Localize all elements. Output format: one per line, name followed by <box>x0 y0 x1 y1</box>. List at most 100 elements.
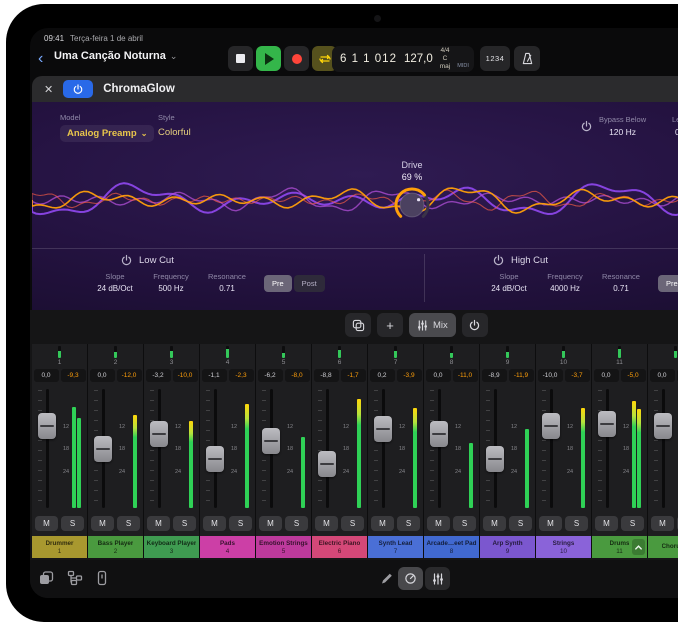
mute-button[interactable]: M <box>371 516 394 531</box>
mute-button[interactable]: M <box>539 516 562 531</box>
volume-value[interactable]: -10,0 <box>173 369 198 382</box>
faders-view-button[interactable] <box>425 567 450 590</box>
fader-handle[interactable] <box>206 446 224 472</box>
slope-param[interactable]: Slope 24 dB/Oct <box>484 272 534 293</box>
mixer-channel-strip[interactable]: 2 0,0 -12,0 121824 M S Bass Player 2 <box>88 344 144 558</box>
solo-button[interactable]: S <box>229 516 252 531</box>
fader-handle[interactable] <box>430 421 448 447</box>
mixer-channel-strip[interactable]: 10 -10,0 -3,7 121824 M S Strings 10 <box>536 344 592 558</box>
volume-value[interactable]: -5,0 <box>621 369 646 382</box>
volume-value[interactable]: -3,9 <box>397 369 422 382</box>
track-name-label[interactable]: Bass Player 2 <box>88 536 143 558</box>
fader-handle[interactable] <box>598 411 616 437</box>
pan-value[interactable]: 0,0 <box>650 369 675 382</box>
mixer-channel-strip[interactable]: 1 0,0 -9,3 121824 M S Drummer 1 <box>32 344 88 558</box>
pan-value[interactable]: -8,8 <box>314 369 339 382</box>
slope-param[interactable]: Slope 24 dB/Oct <box>90 272 140 293</box>
solo-button[interactable]: S <box>509 516 532 531</box>
stacked-cards-icon[interactable] <box>38 570 54 586</box>
pan-value[interactable]: 0,0 <box>90 369 115 382</box>
pre-button[interactable]: Pre <box>658 275 678 292</box>
mixer-power-button[interactable] <box>462 313 488 337</box>
fader-handle[interactable] <box>486 446 504 472</box>
track-name-label[interactable]: Strings 10 <box>536 536 591 558</box>
pan-value[interactable]: -6,2 <box>258 369 283 382</box>
mute-button[interactable]: M <box>259 516 282 531</box>
back-chevron-icon[interactable]: ‹ <box>38 47 43 71</box>
mute-button[interactable]: M <box>595 516 618 531</box>
metronome-button[interactable] <box>514 46 540 71</box>
pan-value[interactable]: 0,0 <box>34 369 59 382</box>
play-button[interactable] <box>256 46 281 71</box>
drive-control[interactable]: Drive 69 % <box>384 160 440 231</box>
solo-button[interactable]: S <box>341 516 364 531</box>
volume-value[interactable]: -1,7 <box>341 369 366 382</box>
volume-value[interactable]: -2,3 <box>229 369 254 382</box>
solo-button[interactable]: S <box>173 516 196 531</box>
solo-button[interactable]: S <box>453 516 476 531</box>
controls-view-button[interactable] <box>398 567 423 590</box>
add-track-button[interactable]: + <box>377 313 403 337</box>
record-button[interactable] <box>284 46 309 71</box>
model-control[interactable]: Model Analog Preamp ⌄ <box>60 113 154 142</box>
track-name-label[interactable]: Keyboard Player 3 <box>144 536 199 558</box>
track-name-label[interactable]: Arcade…eet Pad 8 <box>424 536 479 558</box>
fader-handle[interactable] <box>374 416 392 442</box>
frequency-param[interactable]: Frequency 4000 Hz <box>540 272 590 293</box>
channel-strip-icon[interactable] <box>96 570 108 586</box>
frequency-param[interactable]: Frequency 500 Hz <box>146 272 196 293</box>
power-icon[interactable] <box>492 254 505 266</box>
mute-button[interactable]: M <box>147 516 170 531</box>
fader-handle[interactable] <box>542 413 560 439</box>
mixer-channel-strip[interactable]: 8 0,0 -11,0 121824 M S Arcade…eet Pad 8 <box>424 344 480 558</box>
volume-value[interactable]: -11,9 <box>509 369 534 382</box>
mixer-channel-strip[interactable]: 5 -6,2 -8,0 121824 M S Emotion Strings 5 <box>256 344 312 558</box>
pan-value[interactable]: -1,1 <box>202 369 227 382</box>
resonance-param[interactable]: Resonance 0.71 <box>202 272 252 293</box>
power-icon[interactable] <box>120 254 133 266</box>
mute-button[interactable]: M <box>91 516 114 531</box>
pan-value[interactable]: 0,0 <box>594 369 619 382</box>
mix-view-button[interactable]: Mix <box>409 313 456 337</box>
track-name-label[interactable]: Drummer 1 <box>32 536 87 558</box>
duplicate-button[interactable] <box>345 313 371 337</box>
mute-button[interactable]: M <box>35 516 58 531</box>
volume-value[interactable]: -3,7 <box>565 369 590 382</box>
volume-value[interactable]: -8,0 <box>285 369 310 382</box>
solo-button[interactable]: S <box>285 516 308 531</box>
volume-value[interactable]: -9,3 <box>61 369 86 382</box>
song-title-menu[interactable]: Uma Canção Noturna ⌄ <box>54 50 177 62</box>
plugin-power-button[interactable] <box>63 80 93 98</box>
volume-value[interactable]: -12,0 <box>117 369 142 382</box>
fader-handle[interactable] <box>318 451 336 477</box>
post-button[interactable]: Post <box>294 275 325 292</box>
solo-button[interactable]: S <box>61 516 84 531</box>
pre-button[interactable]: Pre <box>264 275 292 292</box>
bypass-below-control[interactable]: Bypass Below 120 Hz <box>580 115 646 137</box>
solo-button[interactable]: S <box>621 516 644 531</box>
volume-value[interactable]: -11,0 <box>453 369 478 382</box>
track-name-label[interactable]: Synth Lead 7 <box>368 536 423 558</box>
solo-button[interactable]: S <box>117 516 140 531</box>
track-name-label[interactable]: Emotion Strings 5 <box>256 536 311 558</box>
pan-value[interactable]: -3,2 <box>146 369 171 382</box>
drive-knob[interactable] <box>391 184 433 226</box>
stop-button[interactable] <box>228 46 253 71</box>
close-icon[interactable]: ✕ <box>44 83 53 96</box>
edit-pencil-icon[interactable] <box>380 571 394 585</box>
solo-button[interactable]: S <box>565 516 588 531</box>
pan-value[interactable]: 0,2 <box>370 369 395 382</box>
fader-handle[interactable] <box>38 413 56 439</box>
mute-button[interactable]: M <box>427 516 450 531</box>
pan-value[interactable]: -10,0 <box>538 369 563 382</box>
level-control[interactable]: Level 0.0 <box>672 115 678 137</box>
mute-button[interactable]: M <box>651 516 674 531</box>
mute-button[interactable]: M <box>203 516 226 531</box>
mixer-channel-strip[interactable]: 9 -8,9 -11,9 121824 M S Arp Synth 9 <box>480 344 536 558</box>
resonance-param[interactable]: Resonance 0.71 <box>596 272 646 293</box>
mixer-channel-strip[interactable]: 3 -3,2 -10,0 121824 M S Keyboard Player … <box>144 344 200 558</box>
track-name-label[interactable]: Pads 4 <box>200 536 255 558</box>
fader-handle[interactable] <box>654 413 672 439</box>
solo-button[interactable]: S <box>397 516 420 531</box>
track-name-label[interactable]: Arp Synth 9 <box>480 536 535 558</box>
